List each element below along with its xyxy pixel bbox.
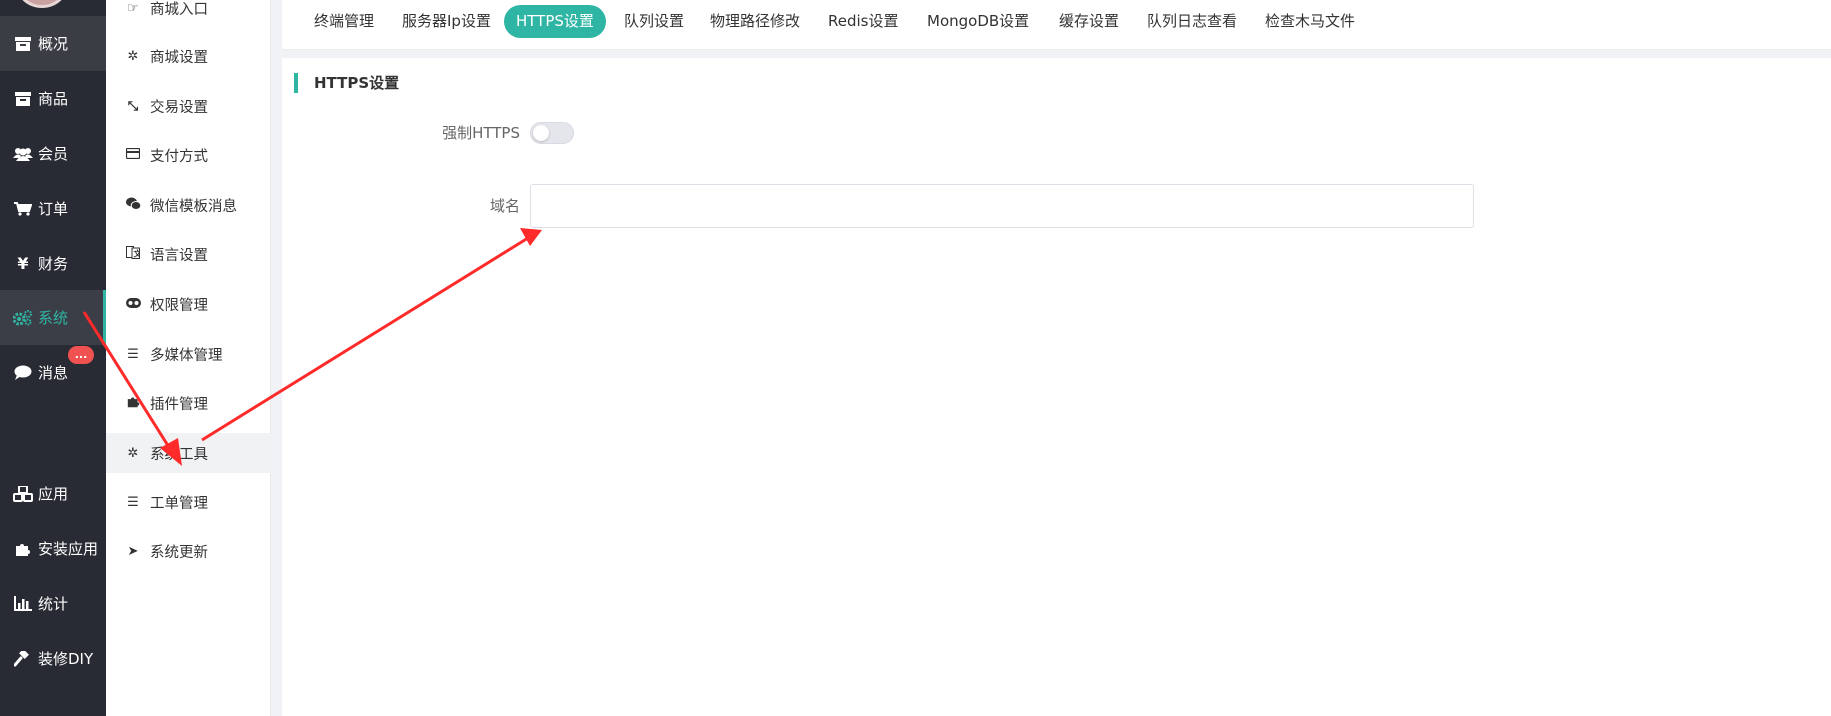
nav-item-label: 安装应用 bbox=[38, 540, 99, 558]
wechat-icon bbox=[126, 197, 142, 214]
cubes-icon bbox=[12, 485, 34, 503]
send-icon: ➤ bbox=[127, 543, 139, 559]
sidebar-item-plugins[interactable]: 插件管理 bbox=[106, 383, 271, 423]
main-nav: 概况 商品 会员 订单 ¥ 财务 系统 消息 ... 应用 安装应用 统计 装修… bbox=[0, 0, 106, 716]
sidebar-item-permissions[interactable]: 权限管理 bbox=[106, 284, 271, 324]
tab-server-ip[interactable]: 服务器Ip设置 bbox=[390, 5, 503, 38]
content-gutter bbox=[271, 0, 281, 716]
nav-item-overview[interactable]: 概况 bbox=[0, 16, 106, 71]
force-https-toggle[interactable] bbox=[530, 122, 574, 144]
language-icon: 文 bbox=[126, 245, 143, 263]
sidebar-item-label: 微信模板消息 bbox=[150, 198, 237, 215]
users-icon bbox=[12, 145, 34, 163]
gamepad-icon bbox=[126, 297, 141, 312]
nav-item-statistics[interactable]: 统计 bbox=[0, 576, 106, 631]
gear-icon: ✲ bbox=[127, 48, 139, 64]
list-icon: ☰ bbox=[127, 494, 139, 510]
cart-icon bbox=[12, 200, 34, 218]
tab-redis-settings[interactable]: Redis设置 bbox=[816, 5, 910, 38]
tab-terminal-management[interactable]: 终端管理 bbox=[302, 5, 386, 38]
https-settings-panel: HTTPS设置 强制HTTPS 域名 bbox=[282, 58, 1831, 716]
tab-mongodb-settings[interactable]: MongoDB设置 bbox=[915, 5, 1041, 38]
sidebar-item-label: 多媒体管理 bbox=[150, 347, 223, 364]
svg-text:文: 文 bbox=[134, 248, 141, 258]
nav-item-label: 概况 bbox=[38, 35, 69, 53]
nav-item-label: 装修DIY bbox=[38, 650, 94, 668]
puzzle-icon bbox=[126, 395, 140, 412]
toggle-knob bbox=[533, 125, 549, 141]
nav-item-label: 财务 bbox=[38, 255, 69, 273]
tab-bar: 终端管理 服务器Ip设置 HTTPS设置 队列设置 物理路径修改 Redis设置… bbox=[282, 0, 1831, 50]
nav-item-decoration[interactable]: 装修DIY bbox=[0, 631, 106, 686]
nav-item-label: 消息 bbox=[38, 364, 69, 382]
app-root: 概况 商品 会员 订单 ¥ 财务 系统 消息 ... 应用 安装应用 统计 装修… bbox=[0, 0, 1831, 716]
sidebar-item-label: 支付方式 bbox=[150, 148, 208, 165]
sidebar-item-mall-entry[interactable]: ☞ 商城入口 bbox=[106, 0, 271, 28]
domain-input[interactable] bbox=[530, 184, 1474, 228]
archive-icon bbox=[12, 35, 34, 53]
sidebar-item-label: 工单管理 bbox=[150, 495, 208, 512]
yen-icon: ¥ bbox=[17, 254, 29, 273]
credit-card-icon bbox=[125, 147, 141, 163]
sidebar-item-label: 系统工具 bbox=[150, 446, 208, 463]
nav-item-products[interactable]: 商品 bbox=[0, 71, 106, 126]
nav-item-orders[interactable]: 订单 bbox=[0, 181, 106, 236]
sidebar-item-system-tools[interactable]: ✲ 系统工具 bbox=[106, 433, 271, 473]
tab-queue-logs[interactable]: 队列日志查看 bbox=[1135, 5, 1249, 38]
nav-item-system[interactable]: 系统 bbox=[0, 290, 106, 345]
sidebar-item-language[interactable]: 文 语言设置 bbox=[106, 234, 271, 274]
gavel-icon bbox=[12, 650, 34, 668]
nav-item-install-apps[interactable]: 安装应用 bbox=[0, 521, 106, 576]
domain-label: 域名 bbox=[489, 197, 520, 215]
tab-trojan-check[interactable]: 检查木马文件 bbox=[1253, 5, 1367, 38]
sidebar-item-wechat-template[interactable]: 微信模板消息 bbox=[106, 185, 271, 225]
compress-icon: ⤡ bbox=[127, 98, 139, 114]
sidebar-item-system-update[interactable]: ➤ 系统更新 bbox=[106, 531, 271, 571]
nav-item-label: 统计 bbox=[38, 595, 69, 613]
sidebar-item-tickets[interactable]: ☰ 工单管理 bbox=[106, 482, 271, 522]
nav-item-label: 订单 bbox=[38, 200, 69, 218]
sidebar-item-label: 商城设置 bbox=[150, 49, 208, 66]
sidebar-item-media[interactable]: ☰ 多媒体管理 bbox=[106, 334, 271, 374]
gears-icon bbox=[12, 309, 34, 327]
sidebar-item-label: 权限管理 bbox=[150, 297, 208, 314]
sidebar-item-mall-settings[interactable]: ✲ 商城设置 bbox=[106, 36, 271, 76]
gear-icon: ✲ bbox=[127, 445, 139, 461]
sidebar-item-trade-settings[interactable]: ⤡ 交易设置 bbox=[106, 86, 271, 126]
hand-pointer-icon: ☞ bbox=[127, 0, 139, 16]
nav-item-label: 应用 bbox=[38, 485, 69, 503]
chat-icon bbox=[12, 364, 34, 382]
section-title: HTTPS设置 bbox=[294, 73, 399, 93]
list-icon: ☰ bbox=[127, 346, 139, 362]
nav-item-finance[interactable]: ¥ 财务 bbox=[0, 236, 106, 291]
nav-item-label: 会员 bbox=[38, 145, 69, 163]
sidebar-item-payment-methods[interactable]: 支付方式 bbox=[106, 135, 271, 175]
box-icon bbox=[12, 90, 34, 108]
sidebar-item-label: 交易设置 bbox=[150, 99, 208, 116]
tab-cache-settings[interactable]: 缓存设置 bbox=[1047, 5, 1131, 38]
tab-queue-settings[interactable]: 队列设置 bbox=[612, 5, 696, 38]
tab-physical-path[interactable]: 物理路径修改 bbox=[698, 5, 812, 38]
nav-item-label: 商品 bbox=[38, 90, 69, 108]
sidebar-item-label: 语言设置 bbox=[150, 247, 208, 264]
nav-item-members[interactable]: 会员 bbox=[0, 126, 106, 181]
bar-chart-icon bbox=[12, 595, 34, 613]
force-https-label: 强制HTTPS bbox=[442, 124, 520, 142]
message-badge: ... bbox=[68, 346, 94, 364]
nav-item-apps[interactable]: 应用 bbox=[0, 466, 106, 521]
puzzle-icon bbox=[12, 540, 34, 558]
sidebar-item-label: 商城入口 bbox=[150, 1, 208, 18]
sidebar-item-label: 系统更新 bbox=[150, 544, 208, 561]
secondary-sidebar: ☞ 商城入口 ✲ 商城设置 ⤡ 交易设置 支付方式 微信模板消息 文 语言设置 … bbox=[106, 0, 271, 716]
tab-https-settings[interactable]: HTTPS设置 bbox=[504, 5, 606, 38]
nav-item-label: 系统 bbox=[38, 309, 69, 327]
avatar[interactable] bbox=[14, 0, 70, 8]
sidebar-item-label: 插件管理 bbox=[150, 396, 208, 413]
